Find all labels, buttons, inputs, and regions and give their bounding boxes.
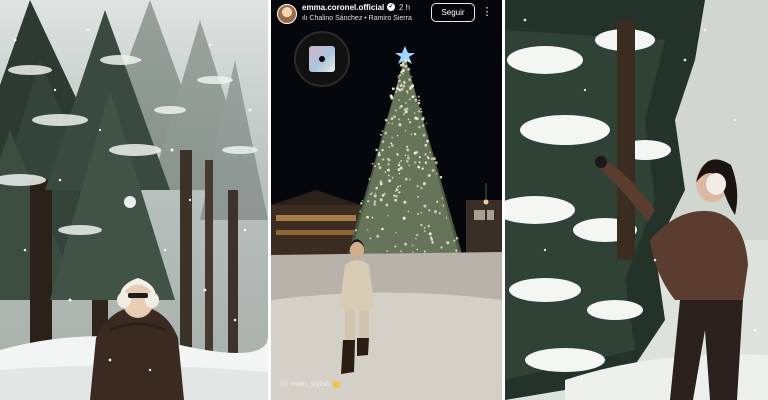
right-photo-scene [505, 0, 768, 400]
story-header: emma.coronel.official ✓ 2 h ılı Chalino … [271, 0, 502, 32]
music-info[interactable]: ılı Chalino Sánchez • Ramiro Sierra [302, 15, 412, 22]
mention-tag-text: mom_stylish [291, 380, 330, 388]
right-photo-snowy-pine [505, 0, 768, 400]
story-username[interactable]: emma.coronel.official [302, 3, 384, 12]
music-sticker-vinyl[interactable] [294, 31, 350, 87]
emoji-icon [332, 380, 340, 388]
mention-tag[interactable]: mom_stylish [280, 380, 340, 388]
left-photo-snowy-forest [0, 0, 268, 400]
verified-badge-icon: ✓ [387, 3, 395, 11]
profile-icon [280, 380, 288, 388]
vinyl-hole [319, 56, 325, 62]
follow-button[interactable]: Seguir [431, 3, 475, 22]
three-dots-icon[interactable]: ⋮ [481, 4, 493, 20]
left-photo-scene [0, 0, 268, 400]
instagram-story: emma.coronel.official ✓ 2 h ılı Chalino … [271, 0, 502, 400]
avatar[interactable] [277, 4, 297, 24]
story-time: 2 h [399, 3, 411, 12]
collage: emma.coronel.official ✓ 2 h ılı Chalino … [0, 0, 768, 400]
music-text: Chalino Sánchez • Ramiro Sierra [309, 15, 412, 22]
